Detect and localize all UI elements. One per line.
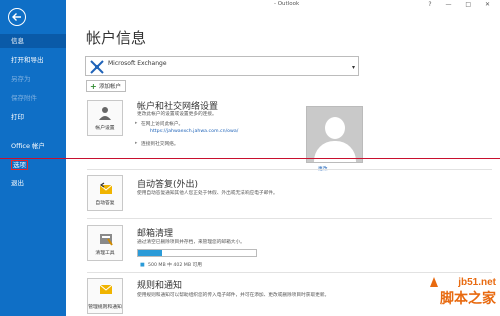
mailbox-usage-fill: [138, 250, 162, 256]
nav-item-office-account[interactable]: Office 帐户: [0, 139, 66, 153]
account-settings-tile[interactable]: 帐户设置: [87, 100, 123, 136]
manage-rules-label: 管理规则和通知: [88, 305, 122, 310]
auto-reply-desc: 使用自动答复通知其他人您正处于休假、外出或无法响应电子邮件。: [137, 191, 278, 196]
back-button[interactable]: [8, 8, 26, 26]
site-watermark: jb51.net 脚本之家: [430, 277, 496, 308]
auto-reply-title: 自动答复(外出): [137, 180, 199, 190]
rules-alerts-desc-1: 使用规则和通知可以帮助组织您的传入电子邮件，并可在添加、更改或删除项目时获取更新…: [137, 293, 330, 298]
watermark-name: 脚本之家: [440, 291, 496, 307]
annotation-line: [0, 158, 500, 159]
owa-link[interactable]: https://jahwaexch.jahwa.com.cn/owa/: [150, 129, 238, 134]
auto-reply-tile[interactable]: 自动答复: [87, 175, 123, 211]
section-divider: [87, 169, 492, 170]
connect-social-text: 连接到社交网络。: [135, 141, 178, 147]
watermark-domain: jb51.net: [458, 277, 496, 288]
auto-reply-icon: [99, 182, 113, 194]
account-social-desc: 更改此帐户的设置或设置更多的连接。: [137, 112, 217, 117]
mailbox-quota-text: 500 MB 中 402 MB 可用: [140, 262, 202, 268]
cleanup-tools-tile[interactable]: 清理工具: [87, 225, 123, 261]
chevron-down-icon: ▾: [351, 64, 355, 71]
nav-item-options[interactable]: 选项: [0, 158, 66, 172]
watermark-logo-icon: [430, 277, 438, 287]
nav-item-open-export[interactable]: 打开和导出: [0, 53, 66, 67]
mailbox-usage-bar: [137, 249, 257, 257]
window-controls[interactable]: ? — □ ✕: [428, 1, 496, 8]
account-settings-label: 帐户设置: [95, 126, 115, 131]
section-divider: [87, 218, 492, 219]
avatar-head: [325, 117, 345, 139]
nav-item-save-as[interactable]: 另存为: [0, 72, 66, 86]
rules-alerts-title: 规则和通知: [137, 281, 183, 291]
manage-rules-tile[interactable]: 管理规则和通知: [87, 278, 123, 314]
nav-item-print[interactable]: 打印: [0, 110, 66, 124]
account-name: Microsoft Exchange: [108, 60, 167, 67]
rules-icon: [99, 284, 113, 294]
avatar-body: [314, 141, 356, 162]
exchange-icon: [90, 60, 104, 74]
auto-reply-label: 自动答复: [95, 201, 115, 206]
page-title: 帐户信息: [86, 29, 147, 47]
cleanup-tools-icon: [100, 234, 113, 246]
add-account-button[interactable]: + 添加帐户: [86, 80, 127, 92]
profile-photo[interactable]: [306, 106, 363, 163]
nav-item-info[interactable]: 信息: [0, 34, 66, 48]
mailbox-cleanup-desc: 通过清空已删除项目并存档，来管理您的邮箱大小。: [137, 240, 245, 245]
mailbox-cleanup-title: 邮箱清理: [137, 229, 174, 239]
section-divider: [87, 272, 492, 273]
window-title: - Outlook: [274, 1, 300, 7]
nav-item-save-attachments[interactable]: 保存附件: [0, 91, 66, 105]
back-arrow-icon: [12, 13, 21, 21]
add-account-label: 添加帐户: [99, 84, 122, 90]
access-web-text: 在网上访问此帐户。: [135, 121, 183, 127]
nav-item-exit[interactable]: 退出: [0, 176, 66, 190]
cleanup-tools-label: 清理工具: [95, 251, 115, 256]
plus-icon: +: [90, 82, 97, 91]
account-settings-icon: [99, 107, 111, 120]
account-selector[interactable]: Microsoft Exchange ▾: [85, 56, 359, 76]
